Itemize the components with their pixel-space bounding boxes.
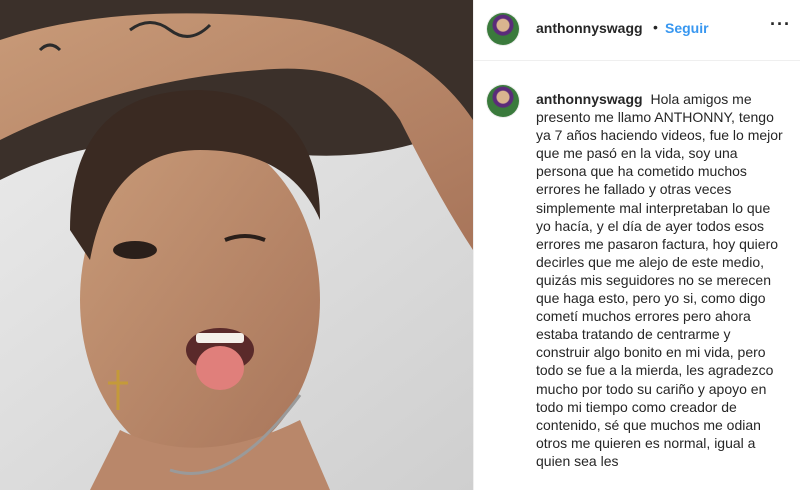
author-username[interactable]: anthonnyswagg <box>536 20 643 36</box>
caption-username[interactable]: anthonnyswagg <box>536 91 643 107</box>
post-photo-illustration <box>0 0 473 490</box>
post-caption: anthonnyswagg Hola amigos me presento me… <box>536 90 786 470</box>
post-photo[interactable] <box>0 0 473 490</box>
more-options-icon[interactable]: ··· <box>770 14 791 35</box>
header-separator: • <box>653 19 658 35</box>
author-avatar[interactable] <box>487 13 519 45</box>
post-header: anthonnyswagg • Seguir ··· <box>474 0 800 61</box>
caption-author-avatar[interactable] <box>487 85 519 117</box>
post-side-panel: anthonnyswagg • Seguir ··· anthonnyswagg… <box>473 0 800 490</box>
caption-text: Hola amigos me presento me llamo ANTHONN… <box>536 91 783 469</box>
follow-button[interactable]: Seguir <box>665 20 709 36</box>
